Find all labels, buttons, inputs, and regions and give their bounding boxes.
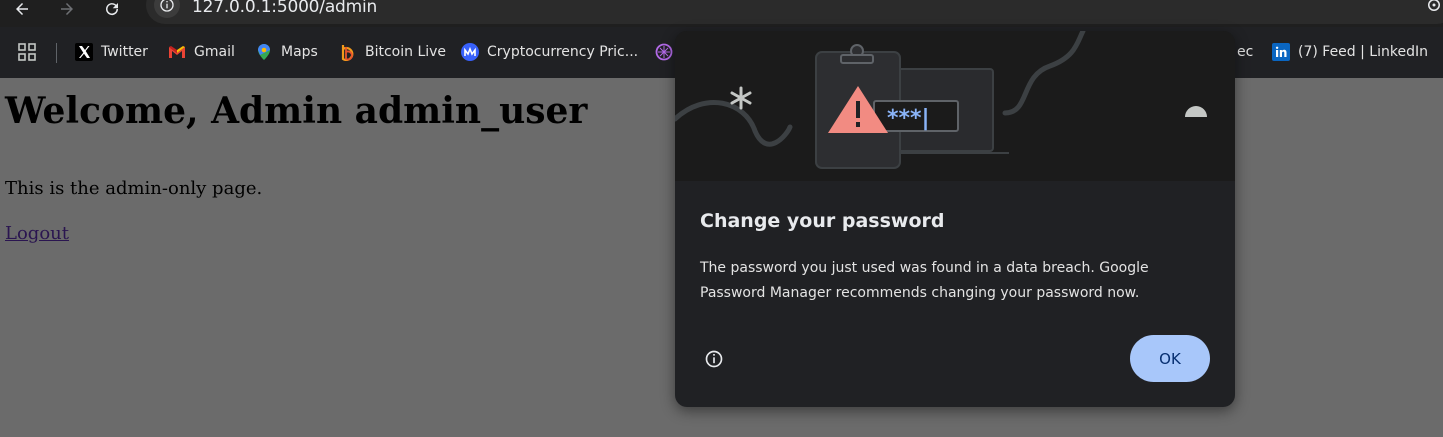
bookmark-overflow-icon — [1438, 43, 1443, 61]
bookmark-label: Maps — [281, 44, 318, 60]
bookmark-label: (7) Feed | LinkedIn — [1298, 44, 1428, 60]
bookmark-label: Gmail — [194, 44, 235, 60]
page-heading: Welcome, Admin admin_user — [5, 90, 588, 132]
logout-link[interactable]: Logout — [5, 223, 69, 244]
bookmark-label: Bitcoin Live — [365, 44, 447, 60]
password-breach-illustration: ***| — [675, 31, 1235, 181]
bitcoin-live-icon — [339, 43, 357, 61]
bookmark-linkedin[interactable]: (7) Feed | LinkedIn — [1272, 41, 1428, 63]
bookmarks-divider — [56, 43, 57, 63]
bookmark-bitcoin-live[interactable]: Bitcoin Live — [339, 41, 446, 63]
maps-icon — [255, 43, 273, 61]
arrow-left-icon — [16, 3, 28, 15]
forward-button[interactable] — [55, 0, 79, 21]
bookmark-label: Twitter — [101, 44, 148, 60]
bookmark-overflow[interactable] — [1438, 41, 1443, 63]
bookmark-label: Cryptocurrency Pric... — [487, 44, 639, 60]
back-button[interactable] — [10, 0, 34, 21]
info-button[interactable] — [703, 348, 725, 370]
bookmark-gmail[interactable]: Gmail — [168, 41, 235, 63]
apps-grid-icon — [18, 43, 36, 61]
ok-button[interactable]: OK — [1130, 335, 1210, 382]
gmail-icon — [168, 43, 186, 61]
bookmark-label: ec — [1237, 44, 1254, 60]
bookmark-purple-icon — [655, 43, 673, 61]
password-breach-dialog: ***| Change your password The password y… — [675, 31, 1235, 407]
browser-toolbar: 127.0.0.1:5000/admin — [0, 0, 1443, 27]
bookmark-maps[interactable]: Maps — [255, 41, 318, 63]
x-icon — [75, 43, 93, 61]
linkedin-icon — [1272, 43, 1290, 61]
arrow-right-icon — [61, 3, 73, 15]
reload-button[interactable] — [100, 0, 124, 21]
bookmark-twitter[interactable]: Twitter — [75, 41, 148, 63]
url-text[interactable]: 127.0.0.1:5000/admin — [192, 0, 377, 17]
lens-icon[interactable] — [1425, 0, 1443, 14]
dialog-body: The password you just used was found in … — [700, 260, 1149, 301]
coinmarketcap-icon — [461, 43, 479, 61]
apps-button[interactable] — [18, 41, 36, 63]
info-icon — [160, 0, 174, 12]
password-mask-text: ***| — [887, 106, 930, 131]
bookmark-cryptocurrency[interactable]: Cryptocurrency Pric... — [461, 41, 638, 63]
dialog-title: Change your password — [700, 210, 945, 232]
reload-icon — [106, 3, 119, 16]
bookmark-ec[interactable]: ec — [1237, 41, 1253, 63]
info-icon — [705, 350, 723, 368]
page-description: This is the admin-only page. — [5, 178, 263, 199]
